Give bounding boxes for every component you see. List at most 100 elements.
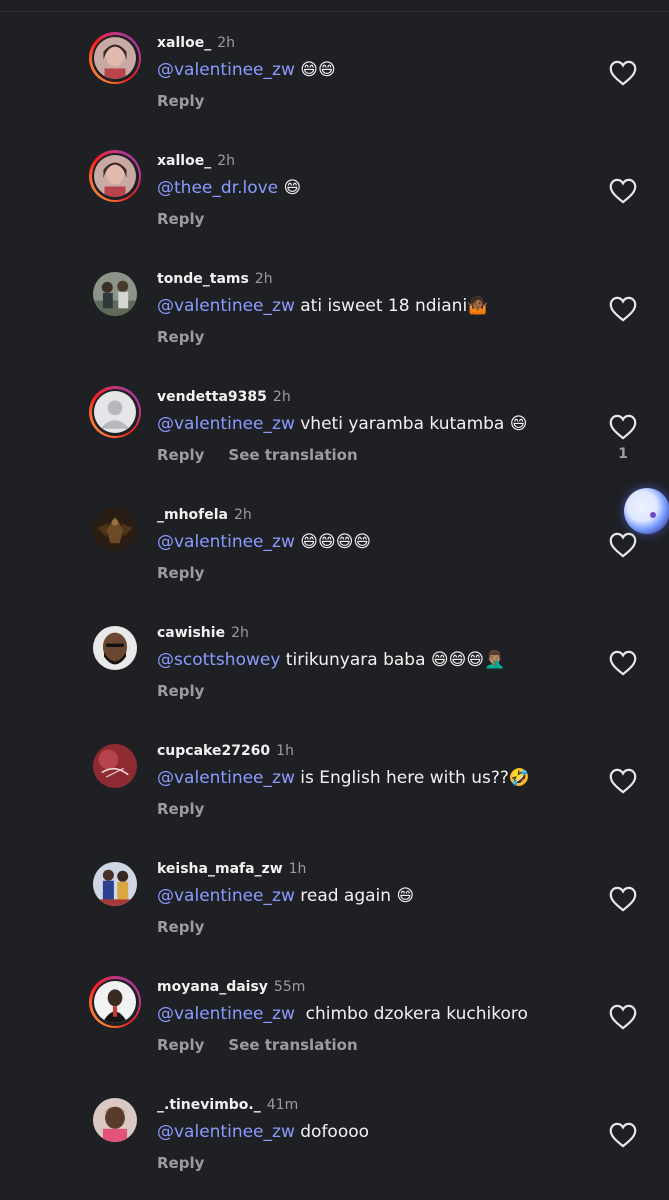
comment-actions: Reply: [157, 682, 204, 700]
comment-content: 😄: [278, 178, 302, 198]
bubble-dot: [650, 512, 656, 518]
heart-icon[interactable]: [609, 768, 637, 794]
username[interactable]: cawishie: [157, 625, 225, 641]
mention-link[interactable]: @valentinee_zw: [157, 886, 295, 906]
reply-button[interactable]: Reply: [157, 92, 204, 110]
bald-man-avatar: [93, 626, 137, 670]
username[interactable]: xalloe_: [157, 35, 211, 51]
reply-button[interactable]: Reply: [157, 1154, 204, 1172]
heart-icon[interactable]: [609, 414, 637, 440]
like-count: 1: [618, 446, 628, 462]
username[interactable]: tonde_tams: [157, 271, 249, 287]
avatar[interactable]: [89, 504, 141, 556]
username[interactable]: cupcake27260: [157, 743, 270, 759]
mention-link[interactable]: @valentinee_zw: [157, 532, 295, 552]
avatar[interactable]: [89, 622, 141, 674]
username[interactable]: vendetta9385: [157, 389, 267, 405]
comment-content: 😄😄: [294, 60, 336, 80]
comment-content: is English here with us??🤣: [294, 768, 531, 788]
timestamp: 41m: [266, 1097, 299, 1113]
username[interactable]: xalloe_: [157, 153, 211, 169]
comment-item: cawishie 2h @scottshowey tirikunyara baba…: [0, 590, 669, 708]
dark-eagle-avatar: [93, 508, 137, 552]
comment-item: vendetta9385 2h @valentinee_zw vheti yara…: [0, 354, 669, 472]
timestamp: 2h: [231, 625, 249, 641]
avatar[interactable]: [89, 740, 141, 792]
avatar[interactable]: [89, 32, 141, 84]
reply-button[interactable]: Reply: [157, 1036, 204, 1054]
mention-link[interactable]: @valentinee_zw: [157, 1004, 295, 1024]
timestamp: 1h: [288, 861, 307, 877]
comment-content: chimbo dzokera kuchikoro: [294, 1004, 528, 1024]
comment-text: @scottshowey tirikunyara baba 😄😄😄🤦🏽‍♂️: [157, 650, 505, 670]
reply-button[interactable]: Reply: [157, 446, 204, 464]
comments-list: xalloe_ 2h @valentinee_zw 😄😄 Reply xalloe…: [0, 0, 669, 1200]
heart-icon[interactable]: [609, 1004, 637, 1030]
timestamp: 2h: [217, 153, 235, 169]
comment-content: vheti yaramba kutamba 😄: [294, 414, 528, 434]
heart-icon[interactable]: [609, 532, 637, 558]
mention-link[interactable]: @thee_dr.love: [157, 178, 278, 198]
heart-icon[interactable]: [609, 1122, 637, 1148]
mention-link[interactable]: @valentinee_zw: [157, 768, 295, 788]
see-translation-button[interactable]: See translation: [228, 1036, 357, 1054]
username[interactable]: _.tinevimbo._: [157, 1097, 261, 1113]
man-portrait-avatar: [94, 981, 136, 1023]
comment-actions: Reply See translation: [157, 1036, 358, 1054]
comment-meta: cupcake27260 1h: [157, 743, 294, 759]
mention-link[interactable]: @valentinee_zw: [157, 60, 295, 80]
comment-content: dofoooo: [294, 1122, 370, 1142]
reply-button[interactable]: Reply: [157, 800, 204, 818]
timestamp: 55m: [273, 979, 306, 995]
heart-icon[interactable]: [609, 886, 637, 912]
username[interactable]: keisha_mafa_zw: [157, 861, 283, 877]
woman-selfie-avatar: [94, 37, 136, 79]
avatar[interactable]: [89, 268, 141, 320]
mention-link[interactable]: @valentinee_zw: [157, 1122, 295, 1142]
heart-icon[interactable]: [609, 296, 637, 322]
floating-assistant-bubble[interactable]: [624, 488, 669, 534]
heart-icon[interactable]: [609, 650, 637, 676]
mention-link[interactable]: @scottshowey: [157, 650, 280, 670]
reply-button[interactable]: Reply: [157, 918, 204, 936]
mention-link[interactable]: @valentinee_zw: [157, 414, 295, 434]
comment-item: tonde_tams 2h @valentinee_zw ati isweet 1…: [0, 236, 669, 354]
comment-text: @thee_dr.love 😄: [157, 178, 301, 198]
avatar[interactable]: [89, 1094, 141, 1146]
comment-text: @valentinee_zw dofoooo: [157, 1122, 369, 1142]
username[interactable]: moyana_daisy: [157, 979, 268, 995]
comment-content: read again 😄: [294, 886, 415, 906]
avatar[interactable]: [89, 858, 141, 910]
timestamp: 2h: [217, 35, 235, 51]
username[interactable]: _mhofela: [157, 507, 228, 523]
timestamp: 2h: [234, 507, 252, 523]
comment-meta: tonde_tams 2h: [157, 271, 273, 287]
comment-actions: Reply: [157, 92, 204, 110]
reply-button[interactable]: Reply: [157, 682, 204, 700]
comment-actions: Reply See translation: [157, 446, 358, 464]
smiling-woman-avatar: [93, 1098, 137, 1142]
reply-button[interactable]: Reply: [157, 328, 204, 346]
comment-text: @valentinee_zw ati isweet 18 ndiani🤷🏾: [157, 296, 488, 316]
comment-actions: Reply: [157, 1154, 204, 1172]
comment-text: @valentinee_zw 😄😄: [157, 60, 336, 80]
comment-item: moyana_daisy 55m @valentinee_zw chimbo dz…: [0, 944, 669, 1062]
reply-button[interactable]: Reply: [157, 210, 204, 228]
comment-content: tirikunyara baba 😄😄😄🤦🏽‍♂️: [280, 650, 506, 670]
comment-content: ati isweet 18 ndiani🤷🏾: [294, 296, 489, 316]
avatar[interactable]: [89, 150, 141, 202]
comment-meta: xalloe_ 2h: [157, 35, 235, 51]
comment-text: @valentinee_zw 😄😄😄😄: [157, 532, 371, 552]
avatar[interactable]: [89, 976, 141, 1028]
heart-icon[interactable]: [609, 60, 637, 86]
comment-actions: Reply: [157, 210, 204, 228]
see-translation-button[interactable]: See translation: [228, 446, 357, 464]
woman-selfie-avatar: [94, 155, 136, 197]
reply-button[interactable]: Reply: [157, 564, 204, 582]
mention-link[interactable]: @valentinee_zw: [157, 296, 295, 316]
heart-icon[interactable]: [609, 178, 637, 204]
comment-content: 😄😄😄😄: [294, 532, 372, 552]
comment-meta: xalloe_ 2h: [157, 153, 235, 169]
avatar[interactable]: [89, 386, 141, 438]
comment-text: @valentinee_zw is English here with us??…: [157, 768, 530, 788]
